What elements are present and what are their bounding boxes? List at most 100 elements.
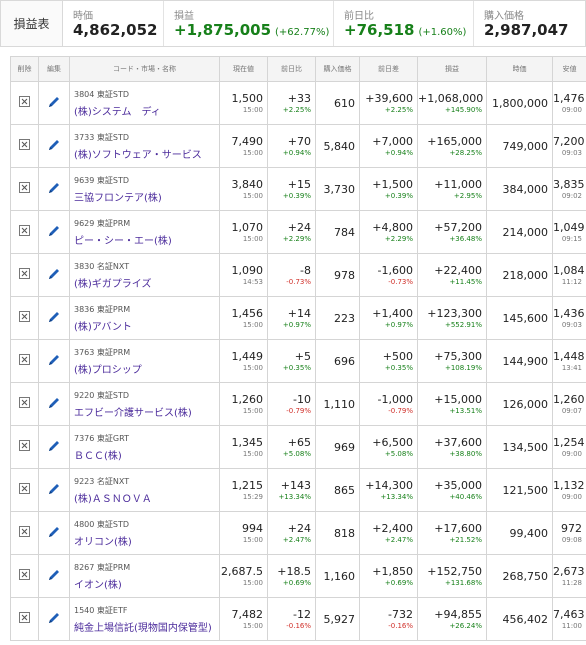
stock-name-link[interactable]: エフビー介護サービス(株) — [70, 404, 219, 419]
delete-box-icon[interactable] — [19, 268, 30, 279]
pl-value: +1,875,005 — [174, 21, 272, 39]
delete-box-icon[interactable] — [19, 354, 30, 365]
price-cell: 1,260 15:00 — [219, 382, 268, 426]
purchase-price: 865 — [334, 483, 355, 497]
pencil-icon[interactable] — [47, 440, 61, 456]
day-diff: +4,800 — [372, 221, 413, 234]
change-pct: -0.16% — [286, 622, 311, 630]
code-market: 7376 東証GRT — [70, 433, 219, 444]
purchase-cell: 818 — [315, 511, 360, 555]
day-change-pct: (+1.60%) — [418, 27, 467, 38]
pencil-icon[interactable] — [47, 526, 61, 542]
code-market: 3733 東証STD — [70, 132, 219, 143]
edit-cell — [38, 339, 70, 383]
change: +24 — [287, 221, 311, 234]
delete-box-icon[interactable] — [19, 483, 30, 494]
purchase-cell: 1,110 — [315, 382, 360, 426]
pl-cell: +17,600 +21.52% — [417, 511, 487, 555]
delete-box-icon[interactable] — [19, 612, 30, 623]
market-value-label: 時価 — [73, 11, 93, 22]
code-market: 9629 東証PRM — [70, 218, 219, 229]
delete-box-icon[interactable] — [19, 311, 30, 322]
low-time: 09:02 — [561, 192, 582, 200]
low-time: 11:00 — [561, 622, 582, 630]
stock-name-link[interactable]: オリコン(株) — [70, 533, 219, 548]
profit-loss-pct: +2.95% — [453, 192, 482, 200]
low-time: 09:03 — [561, 321, 582, 329]
low-cell: 1,049 09:15 — [552, 210, 586, 254]
low-cell: 1,436 09:03 — [552, 296, 586, 340]
day-change-value: +76,518 — [344, 21, 415, 39]
value-cell: 456,402 — [486, 597, 553, 641]
stock-name-link[interactable]: ＢＣＣ(株) — [70, 447, 219, 462]
pencil-icon[interactable] — [47, 483, 61, 499]
purchase-price: 978 — [334, 268, 355, 282]
market-value: 749,000 — [502, 139, 549, 153]
price-cell: 7,482 15:00 — [219, 597, 268, 641]
delete-box-icon[interactable] — [19, 96, 30, 107]
day-change-label: 前日比 — [344, 11, 374, 22]
stock-name-link[interactable]: (株)アバント — [70, 318, 219, 333]
stock-name-link[interactable]: (株)プロシップ — [70, 361, 219, 376]
stock-market: 名証NXT — [96, 261, 130, 271]
pencil-icon[interactable] — [47, 569, 61, 585]
pencil-icon[interactable] — [47, 311, 61, 327]
delete-box-icon[interactable] — [19, 182, 30, 193]
diff-cell: +500 +0.35% — [359, 339, 418, 383]
stock-name-link[interactable]: (株)ＡＳＮＯＶＡ — [70, 490, 219, 505]
day-diff-pct: -0.16% — [388, 622, 413, 630]
low-time: 09:00 — [561, 106, 582, 114]
purchase-cell: 3,730 — [315, 167, 360, 211]
purchase-price: 969 — [334, 440, 355, 454]
stock-name-link[interactable]: 純金上場信託(現物国内保管型) — [70, 619, 219, 634]
low-price: 1,254 — [553, 436, 585, 449]
stock-market: 東証PRM — [96, 562, 131, 572]
stock-code: 1540 — [74, 605, 95, 615]
stock-name-link[interactable]: 三協フロンテア(株) — [70, 189, 219, 204]
delete-box-icon[interactable] — [19, 139, 30, 150]
day-diff: +1,400 — [372, 307, 413, 320]
delete-box-icon[interactable] — [19, 225, 30, 236]
stock-name-link[interactable]: (株)システム ディ — [70, 103, 219, 118]
pencil-icon[interactable] — [47, 96, 61, 112]
stock-name-link[interactable]: ピー・シー・エー(株) — [70, 232, 219, 247]
low-price: 3,835 — [553, 178, 585, 191]
price-time: 15:00 — [242, 364, 263, 372]
value-cell: 134,500 — [486, 425, 553, 469]
pl-cell: +165,000 +28.25% — [417, 124, 487, 168]
delete-box-icon[interactable] — [19, 569, 30, 580]
stock-market: 東証STD — [96, 519, 130, 529]
purchase-cell: 1,160 — [315, 554, 360, 598]
profit-loss: +22,400 — [434, 264, 482, 277]
delete-box-icon[interactable] — [19, 526, 30, 537]
change: +70 — [287, 135, 311, 148]
pencil-icon[interactable] — [47, 225, 61, 241]
table-row: 3836 東証PRM (株)アバント 1,456 15:00 +14 +0.97% 223 +… — [10, 296, 586, 340]
delete-box-icon[interactable] — [19, 397, 30, 408]
pencil-icon[interactable] — [47, 354, 61, 370]
stock-name-link[interactable]: (株)ギガプライズ — [70, 275, 219, 290]
price: 1,449 — [231, 350, 264, 363]
profit-loss-pct: +26.24% — [449, 622, 482, 630]
delete-box-icon[interactable] — [19, 440, 30, 451]
pencil-icon[interactable] — [47, 139, 61, 155]
column-header: 削除 — [10, 56, 39, 82]
pencil-icon[interactable] — [47, 612, 61, 628]
edit-cell — [38, 468, 70, 512]
pencil-icon[interactable] — [47, 182, 61, 198]
pencil-icon[interactable] — [47, 268, 61, 284]
stock-name-link[interactable]: (株)ソフトウェア・サービス — [70, 146, 219, 161]
low-price: 1,260 — [553, 393, 585, 406]
delete-cell — [10, 210, 39, 254]
price-cell: 1,456 15:00 — [219, 296, 268, 340]
pencil-icon[interactable] — [47, 397, 61, 413]
stock-name-link[interactable]: イオン(株) — [70, 576, 219, 591]
delete-cell — [10, 554, 39, 598]
table-row: 3763 東証PRM (株)プロシップ 1,449 15:00 +5 +0.35% 696 +… — [10, 339, 586, 383]
low-price: 2,673 — [553, 565, 585, 578]
stock-market: 東証STD — [96, 390, 130, 400]
pl-label: 損益 — [174, 11, 194, 22]
diff-cell: +1,500 +0.39% — [359, 167, 418, 211]
code-market: 9223 名証NXT — [70, 476, 219, 487]
profit-loss-pct: +11.45% — [449, 278, 482, 286]
